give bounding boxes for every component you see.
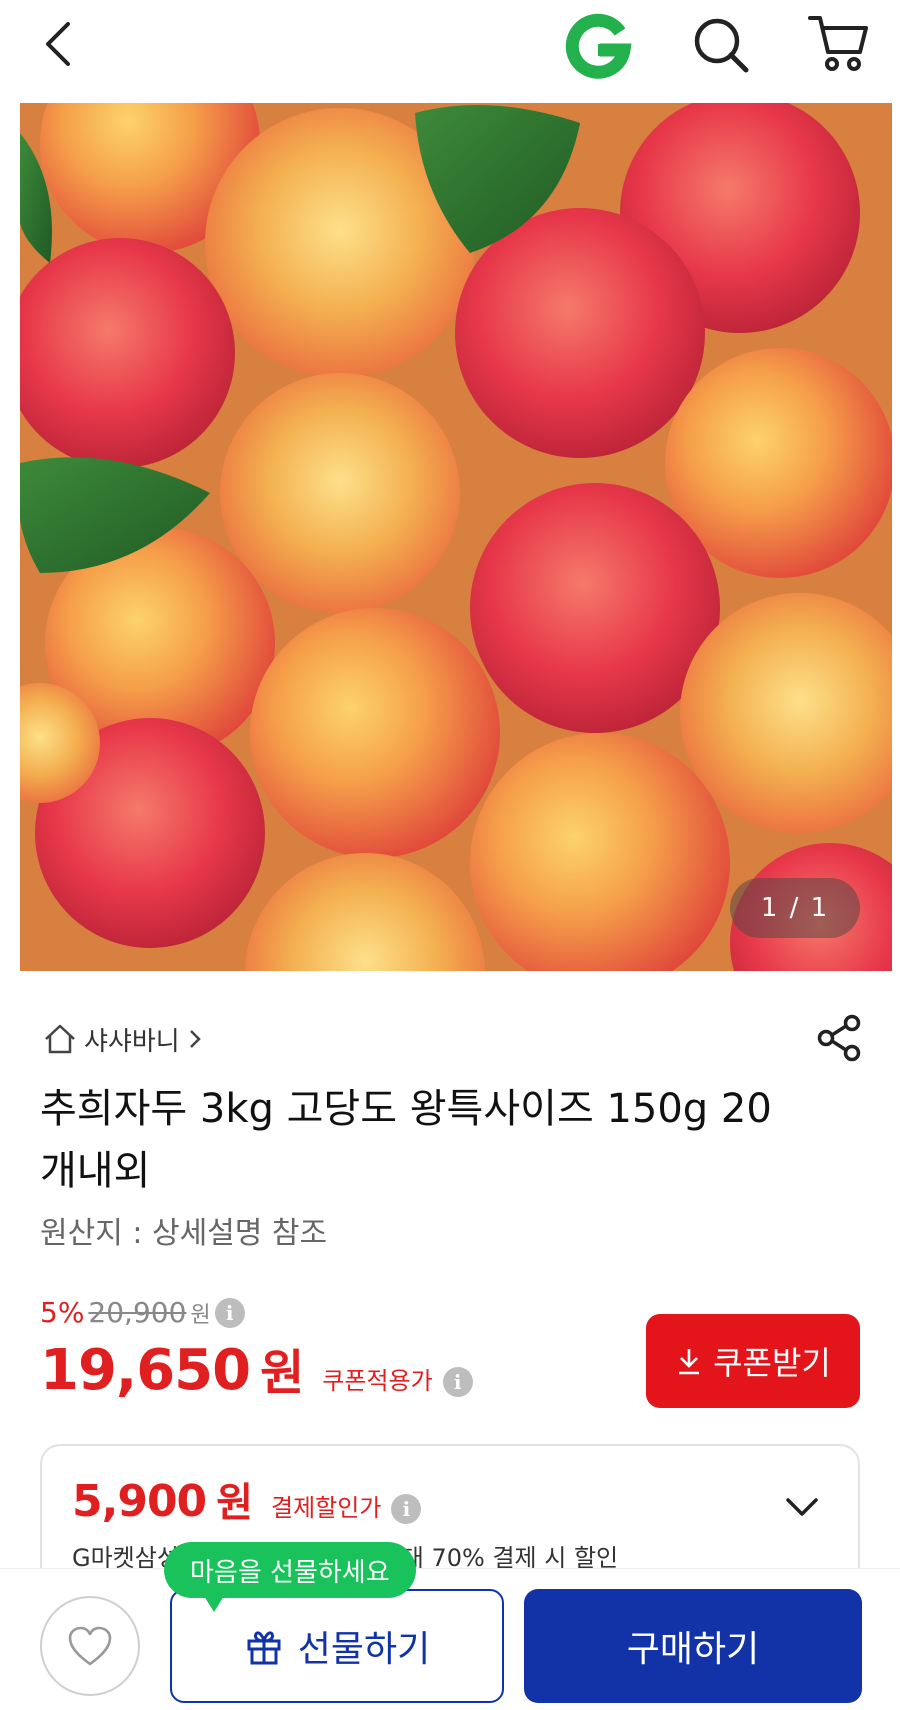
info-icon[interactable]: i [442,1367,473,1397]
coupon-price-label: 쿠폰적용가 [322,1367,433,1395]
product-origin: 원산지 : 상세설명 참조 [40,1216,328,1251]
store-link[interactable]: 샤샤바니 [42,1018,204,1060]
chevron-left-icon[interactable] [36,16,84,72]
buy-button[interactable]: 구매하기 [524,1589,862,1703]
cart-icon[interactable] [806,12,870,74]
info-icon[interactable]: i [214,1297,245,1328]
discount-rate: 5% [40,1296,85,1329]
chevron-right-icon [189,1030,201,1048]
store-name: 샤샤바니 [84,1026,180,1057]
payment-price-line: 5,900 원 결제할인가 i [72,1470,422,1528]
search-icon[interactable] [690,14,752,76]
gift-icon [247,1631,281,1665]
tooltip-tail [204,1596,224,1612]
gift-tooltip-text: 마음을 선물하세요 [190,1557,390,1588]
payment-price-label: 결제할인가 [271,1494,382,1522]
payment-price-unit: 원 [216,1480,253,1526]
home-icon [45,1024,75,1054]
sale-line: 19,650 원 쿠폰적용가 i [40,1333,473,1403]
wishlist-button[interactable] [40,1596,140,1696]
gift-tooltip: 마음을 선물하세요 [164,1542,416,1612]
gmarket-g-logo[interactable] [564,12,634,82]
gift-button-label: 선물하기 [297,1628,431,1669]
share-icon[interactable] [816,1014,862,1062]
sale-price-unit: 원 [260,1345,305,1401]
download-icon [679,1349,700,1375]
plums-photo [20,103,892,971]
top-bar [0,0,900,96]
buy-button-label: 구매하기 [626,1628,760,1669]
image-counter: 1 / 1 [730,878,860,938]
product-title: 추희자두 3kg 고당도 왕특사이즈 150g 20개내외 [40,1086,772,1194]
info-icon[interactable]: i [391,1494,422,1524]
payment-price: 5,900 [72,1476,207,1527]
heart-icon [68,1626,112,1666]
discount-line: 5% 20,900 원 i [40,1296,473,1329]
chevron-down-icon[interactable] [782,1492,822,1522]
coupon-download-button[interactable]: 쿠폰받기 [646,1314,860,1408]
product-image[interactable] [20,103,892,971]
original-price-unit: 원 [190,1302,211,1328]
price-block: 5% 20,900 원 i 19,650 원 쿠폰적용가 i [40,1296,473,1403]
coupon-button-label: 쿠폰받기 [713,1345,831,1381]
bottom-action-bar: 선물하기 구매하기 [0,1568,900,1710]
sale-price: 19,650 [40,1338,251,1403]
original-price: 20,900 [88,1296,187,1329]
